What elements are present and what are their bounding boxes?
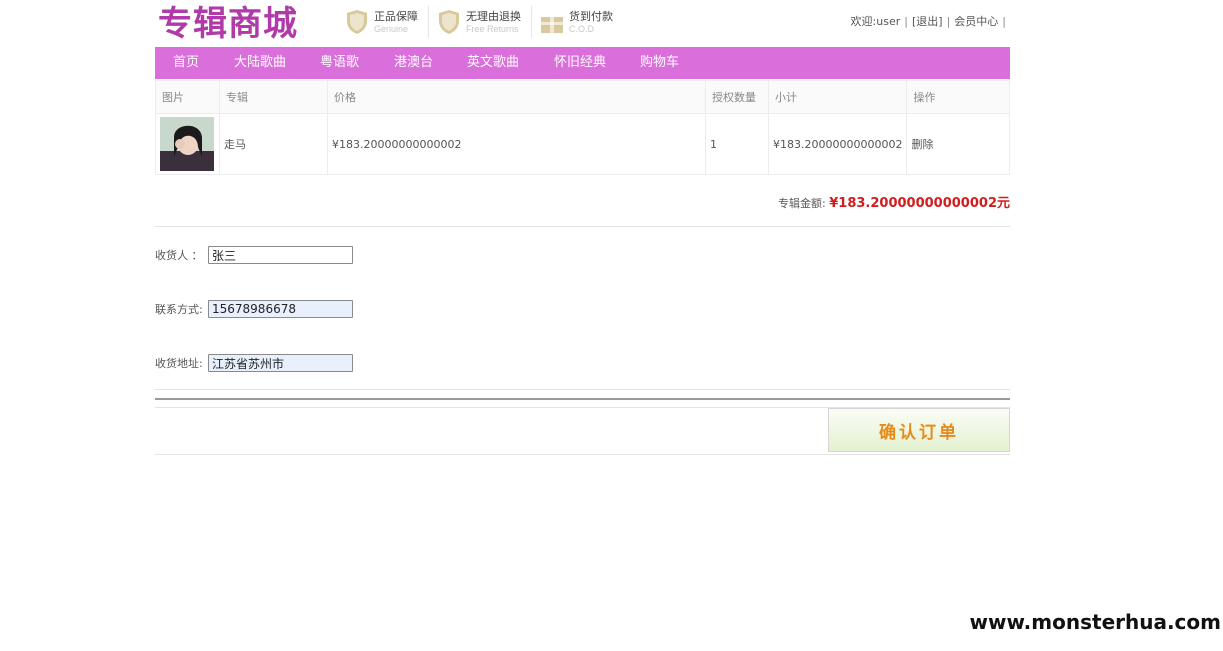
- receiver-row: 收货人 ：: [155, 246, 353, 264]
- col-qty: 授权数量: [705, 80, 769, 114]
- nav-cantonese[interactable]: 粤语歌: [320, 47, 394, 79]
- separator: |: [904, 15, 908, 28]
- confirm-order-button[interactable]: 确认订单: [828, 408, 1010, 452]
- badge-subtitle: Genuine: [374, 23, 409, 34]
- cell-price: ¥183.20000000000002: [327, 113, 706, 175]
- cell-album: 走马: [219, 113, 328, 175]
- shield-return-icon: [437, 9, 461, 35]
- col-action: 操作: [906, 80, 1010, 114]
- phone-label: 联系方式:: [155, 303, 203, 316]
- cell-image: [155, 113, 220, 175]
- receiver-input[interactable]: [208, 246, 353, 264]
- member-center-link[interactable]: 会员中心: [954, 15, 998, 28]
- welcome-text: 欢迎:user: [850, 15, 901, 28]
- nav-home[interactable]: 首页: [173, 47, 234, 79]
- col-album: 专辑: [219, 80, 328, 114]
- total-label: 专辑金额:: [778, 197, 826, 210]
- gift-cod-icon: [540, 9, 564, 35]
- phone-input[interactable]: [208, 300, 353, 318]
- divider: [155, 226, 1010, 227]
- col-subtotal: 小计: [767, 80, 908, 114]
- table-row: 走马 ¥183.20000000000002 1 ¥183.2000000000…: [155, 113, 1010, 175]
- badge-subtitle: Free Returns: [466, 23, 519, 34]
- nav-mainland-songs[interactable]: 大陆歌曲: [234, 47, 320, 79]
- delete-link[interactable]: 删除: [911, 138, 933, 151]
- badge-subtitle: C.O.D: [569, 23, 595, 34]
- address-input[interactable]: [208, 354, 353, 372]
- badge-title: 货到付款: [569, 9, 613, 23]
- total-amount: 专辑金额: ¥183.20000000000002元: [778, 192, 1010, 211]
- album-cover-image[interactable]: [160, 117, 214, 171]
- divider-thick: [155, 398, 1010, 400]
- badge-title: 正品保障: [374, 9, 418, 23]
- nav-english-songs[interactable]: 英文歌曲: [467, 47, 554, 79]
- main-nav: 首页 大陆歌曲 粤语歌 港澳台 英文歌曲 怀旧经典 购物车: [155, 47, 1010, 79]
- site-logo[interactable]: 专辑商城: [158, 4, 298, 44]
- logout-link[interactable]: [退出]: [912, 15, 943, 28]
- badge-genuine: 正品保障 Genuine: [345, 6, 429, 38]
- watermark: www.monsterhua.com: [965, 610, 1221, 634]
- cell-subtotal: ¥183.20000000000002: [767, 113, 908, 175]
- address-row: 收货地址:: [155, 354, 353, 372]
- col-price: 价格: [327, 80, 706, 114]
- col-image: 图片: [155, 80, 220, 114]
- separator: |: [946, 15, 951, 28]
- total-value: ¥183.20000000000002元: [829, 196, 1010, 211]
- table-header-row: 图片 专辑 价格 授权数量 小计 操作: [155, 80, 1010, 114]
- service-badges: 正品保障 Genuine 无理由退换 Free Returns 货到付款 C.O…: [345, 6, 631, 38]
- cart-table: 图片 专辑 价格 授权数量 小计 操作 走马 ¥183.200000000000…: [155, 80, 1010, 175]
- badge-cod: 货到付款 C.O.D: [540, 6, 623, 38]
- phone-row: 联系方式:: [155, 300, 353, 318]
- shield-genuine-icon: [345, 9, 369, 35]
- divider: [155, 389, 1010, 390]
- nav-classics[interactable]: 怀旧经典: [554, 47, 640, 79]
- badge-returns: 无理由退换 Free Returns: [437, 6, 532, 38]
- address-label: 收货地址:: [155, 357, 203, 370]
- top-links: 欢迎:user | [退出] | 会员中心 |: [851, 13, 1010, 29]
- badge-title: 无理由退换: [466, 9, 521, 23]
- receiver-label: 收货人 ：: [155, 249, 203, 262]
- divider: [155, 454, 1010, 455]
- cell-qty: 1: [705, 113, 769, 175]
- nav-cart[interactable]: 购物车: [640, 47, 720, 79]
- nav-hk-macau-taiwan[interactable]: 港澳台: [394, 47, 467, 79]
- cell-action: 删除: [906, 113, 1010, 175]
- separator: |: [1002, 15, 1006, 28]
